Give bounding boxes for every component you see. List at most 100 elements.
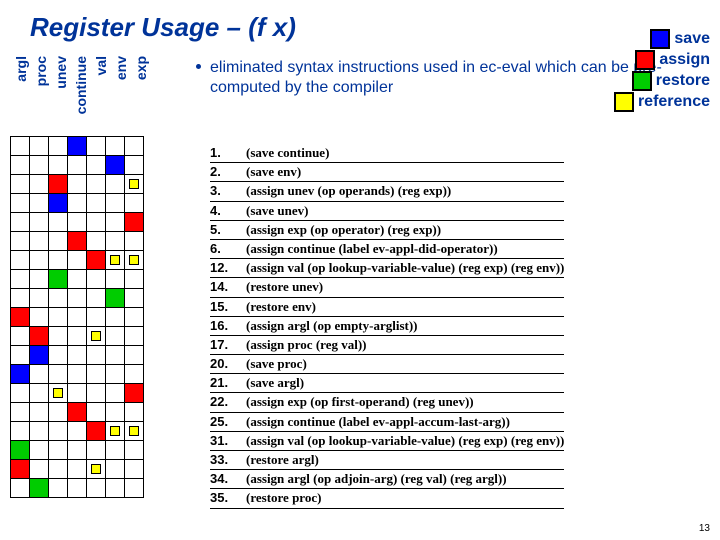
- cell-1-continue-save: [68, 137, 87, 156]
- bullet-text: eliminated syntax instructions used in e…: [210, 59, 662, 96]
- instruction-text: (assign unev (op operands) (reg exp)): [246, 182, 451, 200]
- instruction-text: (assign proc (reg val)): [246, 336, 366, 354]
- cell-34-argl-assign: [11, 460, 30, 479]
- usage-grid: arglprocunevcontinuevalenvexp: [10, 56, 181, 498]
- page-number: 13: [699, 523, 710, 534]
- instruction-number: 31.: [210, 432, 246, 450]
- swatch-assign: [635, 50, 655, 70]
- instruction-number: 33.: [210, 451, 246, 469]
- cell-33-argl-restore: [11, 441, 30, 460]
- legend-save: save: [674, 30, 710, 48]
- cell-2-env-save: [106, 156, 125, 175]
- instruction-number: 20.: [210, 355, 246, 373]
- instruction-row: 35.(restore proc): [210, 489, 564, 508]
- instruction-number: 16.: [210, 317, 246, 335]
- cell-15-env-restore: [106, 289, 125, 308]
- instruction-text: (restore unev): [246, 278, 323, 296]
- instruction-text: (assign exp (op operator) (reg exp)): [246, 221, 441, 239]
- swatch-save: [650, 29, 670, 49]
- page-title: Register Usage – (f x): [0, 0, 720, 51]
- cell-31-val-assign: [87, 422, 106, 441]
- instruction-row: 20.(save proc): [210, 355, 564, 374]
- register-header-exp: exp: [133, 56, 149, 80]
- instruction-text: (assign continue (label ev-appl-accum-la…: [246, 413, 510, 431]
- cell-34-val-reference: [87, 460, 106, 479]
- instruction-number: 21.: [210, 374, 246, 392]
- instruction-number: 3.: [210, 182, 246, 200]
- instruction-row: 15.(restore env): [210, 298, 564, 317]
- cell-22-exp-assign: [125, 384, 144, 403]
- instruction-row: 4.(save unev): [210, 202, 564, 221]
- register-header-val: val: [93, 56, 109, 75]
- instruction-row: 33.(restore argl): [210, 451, 564, 470]
- cell-12-exp-reference: [125, 251, 144, 270]
- instruction-row: 34.(assign argl (op adjoin-arg) (reg val…: [210, 470, 564, 489]
- instruction-number: 12.: [210, 259, 246, 277]
- cell-6-continue-assign: [68, 232, 87, 251]
- cell-5-exp-assign: [125, 213, 144, 232]
- instruction-row: 1.(save continue): [210, 144, 564, 163]
- legend-restore: restore: [656, 72, 710, 90]
- instruction-text: (assign argl (op adjoin-arg) (reg val) (…: [246, 470, 507, 488]
- instruction-number: 22.: [210, 393, 246, 411]
- cell-3-unev-assign: [49, 175, 68, 194]
- instruction-text: (restore proc): [246, 489, 321, 507]
- register-header-env: env: [113, 56, 129, 80]
- instruction-number: 17.: [210, 336, 246, 354]
- cell-4-unev-save: [49, 194, 68, 213]
- usage-table: [10, 136, 181, 498]
- instruction-text: (save proc): [246, 355, 307, 373]
- cell-21-argl-save: [11, 365, 30, 384]
- instruction-row: 14.(restore unev): [210, 278, 564, 297]
- instruction-row: 6.(assign continue (label ev-appl-did-op…: [210, 240, 564, 259]
- instruction-row: 16.(assign argl (op empty-arglist)): [210, 317, 564, 336]
- cell-31-exp-reference: [125, 422, 144, 441]
- instruction-row: 21.(save argl): [210, 374, 564, 393]
- instruction-row: 31.(assign val (op lookup-variable-value…: [210, 432, 564, 451]
- instruction-number: 15.: [210, 298, 246, 316]
- instruction-text: (save continue): [246, 144, 329, 162]
- swatch-reference: [614, 92, 634, 112]
- cell-25-continue-assign: [68, 403, 87, 422]
- cell-17-val-reference: [87, 327, 106, 346]
- instruction-text: (save unev): [246, 202, 308, 220]
- instruction-row: 2.(save env): [210, 163, 564, 182]
- instruction-text: (save argl): [246, 374, 304, 392]
- swatch-restore: [632, 71, 652, 91]
- instruction-list: 1.(save continue)2.(save env)3.(assign u…: [210, 144, 564, 509]
- instruction-text: (restore argl): [246, 451, 319, 469]
- instruction-row: 22.(assign exp (op first-operand) (reg u…: [210, 393, 564, 412]
- instruction-number: 14.: [210, 278, 246, 296]
- register-header-continue: continue: [73, 56, 89, 114]
- instruction-number: 34.: [210, 470, 246, 488]
- cell-35-proc-restore: [30, 479, 49, 498]
- instruction-row: 5.(assign exp (op operator) (reg exp)): [210, 221, 564, 240]
- cell-12-env-reference: [106, 251, 125, 270]
- cell-12-val-assign: [87, 251, 106, 270]
- instruction-text: (assign val (op lookup-variable-value) (…: [246, 259, 564, 277]
- instruction-text: (assign val (op lookup-variable-value) (…: [246, 432, 564, 450]
- instruction-row: 3.(assign unev (op operands) (reg exp)): [210, 182, 564, 201]
- instruction-text: (assign exp (op first-operand) (reg unev…: [246, 393, 474, 411]
- register-header-unev: unev: [53, 56, 69, 89]
- cell-14-unev-restore: [49, 270, 68, 289]
- legend-assign: assign: [659, 51, 710, 69]
- cell-3-exp-reference: [125, 175, 144, 194]
- legend: save assign restore reference: [614, 28, 710, 113]
- instruction-number: 1.: [210, 144, 246, 162]
- cell-16-argl-assign: [11, 308, 30, 327]
- register-header-proc: proc: [33, 56, 49, 86]
- cell-31-env-reference: [106, 422, 125, 441]
- instruction-number: 2.: [210, 163, 246, 181]
- instruction-number: 25.: [210, 413, 246, 431]
- cell-20-proc-save: [30, 346, 49, 365]
- instruction-number: 6.: [210, 240, 246, 258]
- instruction-number: 4.: [210, 202, 246, 220]
- instruction-text: (restore env): [246, 298, 316, 316]
- instruction-text: (assign argl (op empty-arglist)): [246, 317, 418, 335]
- cell-17-proc-assign: [30, 327, 49, 346]
- instruction-row: 25.(assign continue (label ev-appl-accum…: [210, 413, 564, 432]
- instruction-text: (save env): [246, 163, 301, 181]
- instruction-number: 5.: [210, 221, 246, 239]
- register-header-argl: argl: [13, 56, 29, 82]
